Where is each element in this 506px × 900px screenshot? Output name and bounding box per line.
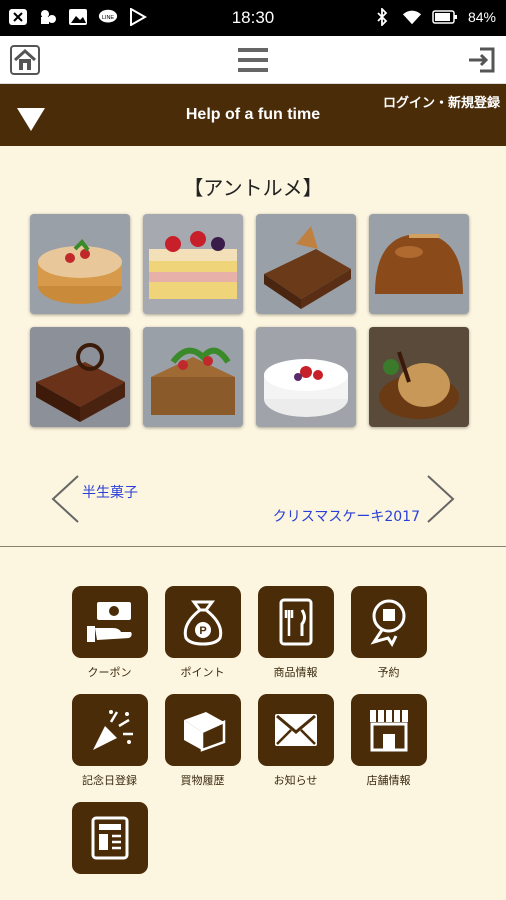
bluetooth-icon — [377, 8, 388, 26]
svg-text:P: P — [199, 625, 206, 637]
menu-coupon[interactable]: クーポン — [71, 586, 148, 680]
divider — [0, 546, 506, 547]
home-icon[interactable] — [10, 45, 40, 75]
app-bar — [0, 36, 506, 84]
news-button[interactable] — [71, 802, 148, 874]
prev-category-link[interactable]: 半生菓子 — [82, 482, 138, 502]
menu-label: クーポン — [87, 666, 132, 679]
book-icon — [183, 712, 225, 752]
menu-label: 予約 — [377, 666, 400, 679]
cake-photo-icon — [369, 327, 469, 427]
product-thumbnail[interactable] — [369, 327, 469, 427]
anniversary-button[interactable] — [71, 694, 148, 766]
status-bar: LINE 18:30 84% — [0, 0, 506, 36]
menu-points[interactable]: P ポイント — [164, 586, 241, 680]
cake-photo-icon — [30, 327, 130, 427]
exit-icon[interactable] — [466, 45, 496, 75]
chevron-right-icon[interactable] — [426, 474, 456, 524]
login-register-link[interactable]: ログイン・新規登録 — [383, 92, 500, 111]
menu-product-info[interactable]: 商品情報 — [257, 586, 334, 680]
menu-shop-info[interactable]: 店舗情報 — [350, 694, 427, 788]
feature-menu: クーポン P ポイント 商品情報 予約 記念日登録 買物履歴 お知らせ 店舗情報 — [71, 586, 441, 896]
product-thumbnail[interactable] — [143, 214, 243, 314]
battery-icon — [432, 10, 457, 24]
hamburger-menu-icon[interactable] — [238, 46, 268, 74]
battery-level: 84% — [467, 9, 496, 25]
mail-icon — [274, 714, 317, 746]
wifi-icon — [402, 10, 422, 25]
menu-anniversary[interactable]: 記念日登録 — [71, 694, 148, 788]
product-info-button[interactable] — [257, 586, 334, 658]
points-bag-icon: P — [183, 600, 222, 646]
points-button[interactable]: P — [164, 586, 241, 658]
coupon-button[interactable] — [71, 586, 148, 658]
menu-label: 店舗情報 — [366, 774, 411, 787]
menu-label: お知らせ — [273, 774, 318, 787]
product-info-icon — [279, 598, 312, 646]
menu-label: 記念日登録 — [82, 774, 137, 787]
coupon-icon — [86, 602, 132, 642]
shop-info-button[interactable] — [350, 694, 427, 766]
cake-photo-icon — [369, 214, 469, 314]
product-thumbnail[interactable] — [30, 327, 130, 427]
notices-button[interactable] — [257, 694, 334, 766]
status-right-icons: 84% — [372, 8, 496, 26]
menu-news[interactable] — [71, 802, 148, 896]
menu-label: ポイント — [180, 666, 225, 679]
chevron-left-icon[interactable] — [50, 474, 80, 524]
product-thumbnail[interactable] — [30, 214, 130, 314]
menu-notices[interactable]: お知らせ — [257, 694, 334, 788]
category-pager: 半生菓子 クリスマスケーキ2017 — [0, 468, 506, 538]
next-category-link[interactable]: クリスマスケーキ2017 — [273, 506, 420, 526]
party-popper-icon — [92, 710, 133, 750]
news-icon — [91, 816, 128, 860]
reservation-icon — [369, 599, 405, 647]
section-title: 【アントルメ】 — [183, 176, 323, 200]
reservation-button[interactable] — [350, 586, 427, 658]
product-thumbnail[interactable] — [143, 327, 243, 427]
menu-reservation[interactable]: 予約 — [350, 586, 427, 680]
product-thumbnail[interactable] — [256, 214, 356, 314]
product-thumbnail[interactable] — [256, 327, 356, 427]
menu-label: 商品情報 — [273, 666, 318, 679]
cake-photo-icon — [30, 214, 130, 314]
shop-icon — [369, 710, 408, 752]
main-content: 【アントルメ】 半生菓子 クリスマスケーキ2017 クーポン P ポイント 商品… — [0, 146, 506, 900]
menu-label: 買物履歴 — [180, 774, 225, 787]
cake-photo-icon — [143, 214, 243, 314]
product-grid — [30, 214, 476, 427]
purchase-history-button[interactable] — [164, 694, 241, 766]
product-thumbnail[interactable] — [369, 214, 469, 314]
menu-purchase-history[interactable]: 買物履歴 — [164, 694, 241, 788]
cake-photo-icon — [256, 214, 356, 314]
cake-photo-icon — [256, 327, 356, 427]
brand-header: Help of a fun time ログイン・新規登録 — [0, 84, 506, 146]
cake-photo-icon — [143, 327, 243, 427]
